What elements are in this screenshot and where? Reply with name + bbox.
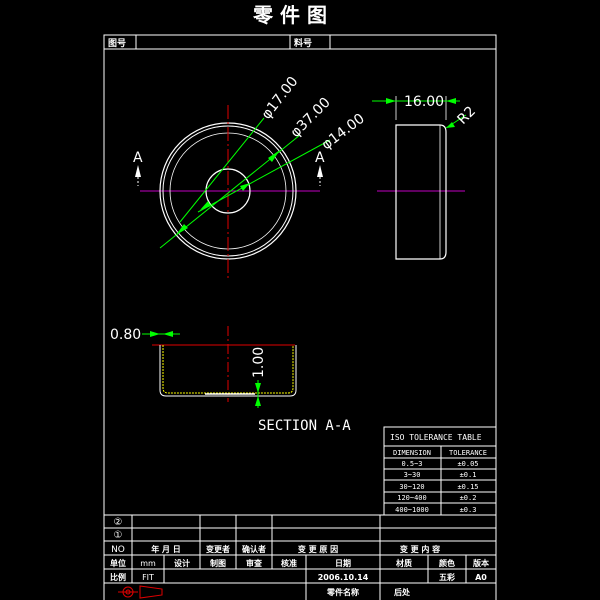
section-arrow-right [317,165,323,177]
tol-header-dim: DIMENSION [393,449,431,457]
revision-confirmer: 确认者 [242,544,266,554]
section-view: 0.80 1.00 SECTION A-A [110,326,351,434]
drawing-sheet: 零 件 图 图号 料号 A A φ17.00 φ37.00 φ14.00 16.… [103,3,497,600]
tol-row-tol: ±0.15 [457,483,478,491]
material-label: 材质 [396,558,412,568]
color-label: 颜色 [439,558,455,568]
dim-phi14: φ14.00 [319,111,368,153]
title-block: ② ① NO 年 月 日 变更者 确认者 变 更 原 因 变 更 内 容 单位 … [104,514,496,600]
front-view: A A φ17.00 φ37.00 φ14.00 [133,74,368,278]
dim-phi17: φ17.00 [259,74,302,123]
tol-row-tol: ±0.2 [460,494,477,502]
section-mark-left: A [133,150,143,166]
draw-label: 制图 [210,558,226,568]
tol-row-dim: 0.5~3 [401,460,422,468]
revision-content: 变 更 内 容 [400,544,440,554]
dim-width-16: 16.00 [404,94,444,110]
scale-value: FIT [142,573,154,582]
color-value: 五彩 [439,572,455,582]
sheet-title: 零 件 图 [252,3,327,27]
review-label: 审查 [246,558,263,568]
version-value: A0 [475,573,487,582]
revision-no: NO [111,545,125,555]
dim-r2: R2 [455,103,479,127]
tol-row-tol: ±0.1 [460,471,477,479]
date-label: 日期 [335,558,351,568]
section-arrow-left [135,165,141,177]
section-label: SECTION A-A [258,418,351,434]
drawing-no-label: 图号 [108,38,126,49]
phi14-leader [197,139,331,213]
design-label: 设计 [174,558,190,568]
tol-row-tol: ±0.3 [460,506,477,514]
side-profile [395,124,447,260]
revision-date-header: 年 月 日 [151,544,181,554]
part-name-label: 零件名称 [326,587,359,597]
projection-symbol-cone [139,585,163,599]
revision-mark-1: ① [114,530,123,541]
revision-changer: 变更者 [206,544,230,554]
date-value: 2006.10.14 [318,573,369,582]
dim-thickness-100: 1.00 [251,347,267,378]
tol-row-dim: 3~30 [404,471,421,479]
side-view: 16.00 R2 [372,94,479,260]
tol-row-dim: 400~1000 [395,506,429,514]
dim-thickness-080: 0.80 [110,327,141,343]
tol-header-tol: TOLERANCE [449,449,487,457]
revision-mark-2: ② [114,517,123,528]
finish-label: 后处 [394,587,411,597]
version-label: 版本 [472,558,489,568]
unit-label: 单位 [110,558,126,568]
tolerance-title: ISO TOLERANCE TABLE [390,433,482,442]
section-mark-right: A [315,150,325,166]
tol-row-dim: 30~120 [399,483,424,491]
unit-value: mm [140,559,156,568]
material-no-label: 料号 [294,37,312,49]
revision-reason: 变 更 原 因 [298,544,338,554]
scale-label: 比例 [110,572,126,582]
tol-row-tol: ±0.05 [457,460,478,468]
approve-label: 核准 [281,558,297,568]
tol-row-dim: 120~400 [397,494,427,502]
tolerance-table: ISO TOLERANCE TABLE DIMENSION TOLERANCE … [383,426,497,516]
